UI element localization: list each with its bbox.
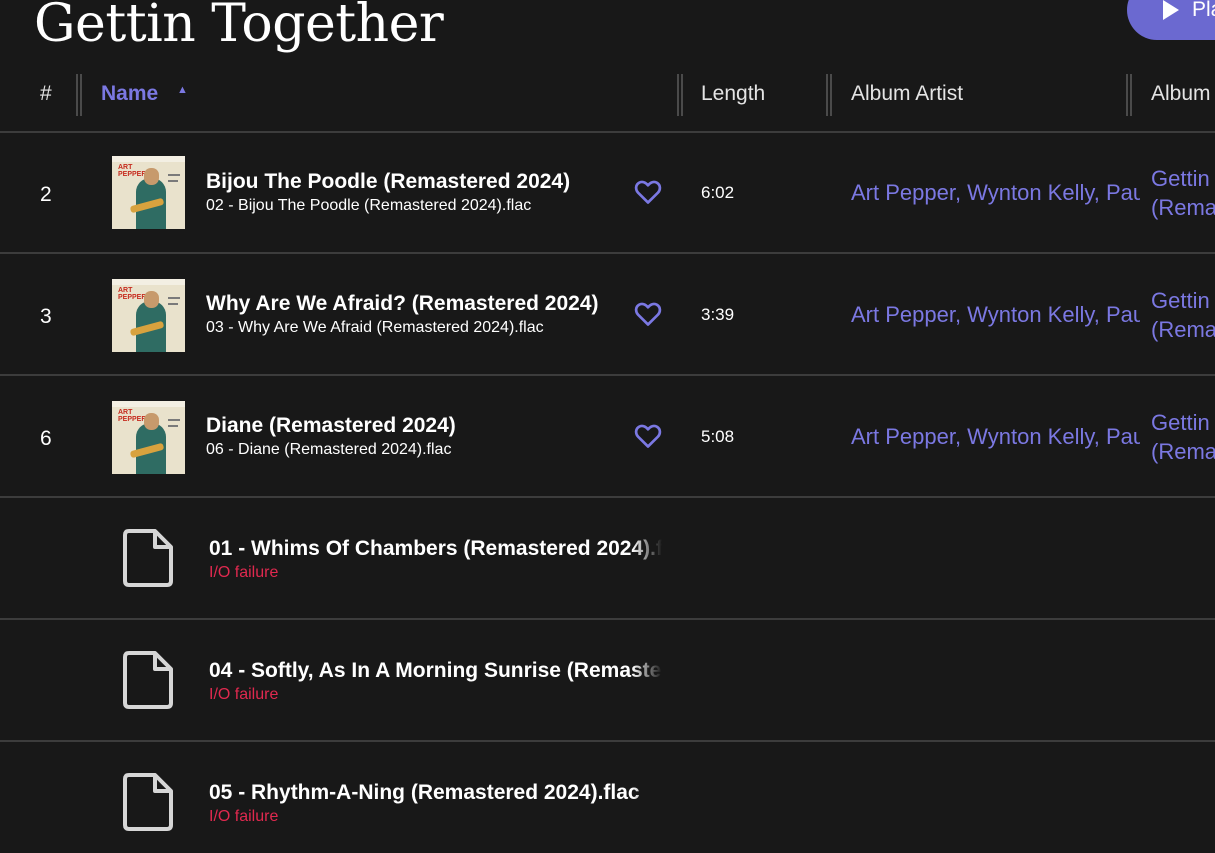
album-artist-link[interactable]: Art Pepper, Wynton Kelly, Paul Chambers,…: [851, 180, 1140, 206]
heart-icon[interactable]: [634, 423, 662, 449]
heart-icon[interactable]: [634, 301, 662, 327]
error-message: I/O failure: [209, 808, 279, 825]
track-number: 6: [40, 427, 52, 450]
file-icon: [123, 773, 173, 831]
track-title: Why Are We Afraid? (Remastered 2024): [206, 292, 599, 315]
column-resize-handle[interactable]: [826, 74, 832, 116]
column-header-name[interactable]: Name: [101, 82, 158, 106]
album-page: Gettin Together Play # Name ▲ Length Alb…: [0, 0, 1215, 853]
column-resize-handle[interactable]: [1126, 74, 1132, 116]
track-number: 2: [40, 183, 52, 206]
error-message: I/O failure: [209, 564, 279, 581]
column-resize-handle[interactable]: [76, 74, 82, 116]
row-divider: [0, 496, 1215, 498]
album-link[interactable]: Gettin Together (Remastered 2024): [1151, 164, 1215, 222]
album-name: Gettin Together: [1151, 166, 1215, 191]
album-name: Gettin Together: [1151, 288, 1215, 313]
album-name: Gettin Together: [1151, 410, 1215, 435]
failed-file-name: 01 - Whims Of Chambers (Remastered 2024)…: [209, 537, 662, 561]
row-divider: [0, 740, 1215, 742]
album-name-suffix: (Remastered 2024): [1151, 439, 1215, 464]
album-artist-link[interactable]: Art Pepper, Wynton Kelly, Paul Chambers,…: [851, 424, 1140, 450]
track-number: 3: [40, 305, 52, 328]
row-divider: [0, 618, 1215, 620]
album-link[interactable]: Gettin Together (Remastered 2024): [1151, 286, 1215, 344]
failed-file-name: 04 - Softly, As In A Morning Sunrise (Re…: [209, 659, 662, 683]
failed-file-row[interactable]: 05 - Rhythm-A-Ning (Remastered 2024).fla…: [0, 743, 1215, 853]
album-link[interactable]: Gettin Together (Remastered 2024): [1151, 408, 1215, 466]
track-row[interactable]: 3 ART PEPPER Why Are We Afraid? (Remaste…: [0, 255, 1215, 376]
column-header-length[interactable]: Length: [701, 82, 765, 106]
column-header-number[interactable]: #: [40, 82, 52, 106]
album-cover: ART PEPPER: [112, 156, 185, 229]
album-cover: ART PEPPER: [112, 279, 185, 352]
play-button[interactable]: Play: [1127, 0, 1215, 40]
play-button-label: Play: [1192, 0, 1215, 21]
play-icon: [1163, 0, 1179, 20]
album-name-suffix: (Remastered 2024): [1151, 195, 1215, 220]
file-icon: [123, 529, 173, 587]
column-header-album[interactable]: Album: [1151, 82, 1211, 106]
track-length: 3:39: [701, 305, 735, 324]
file-icon: [123, 651, 173, 709]
track-filename: 03 - Why Are We Afraid (Remastered 2024)…: [206, 319, 544, 336]
track-filename: 02 - Bijou The Poodle (Remastered 2024).…: [206, 197, 532, 214]
track-row[interactable]: 2 ART PEPPER Bijou The Poodle (Remastere…: [0, 133, 1215, 254]
track-filename: 06 - Diane (Remastered 2024).flac: [206, 441, 452, 458]
track-title: Diane (Remastered 2024): [206, 414, 456, 437]
failed-file-name: 05 - Rhythm-A-Ning (Remastered 2024).fla…: [209, 781, 662, 805]
column-header-album-artist[interactable]: Album Artist: [851, 82, 963, 106]
row-divider: [0, 252, 1215, 254]
track-length: 6:02: [701, 183, 735, 202]
row-divider: [0, 374, 1215, 376]
page-title: Gettin Together: [34, 0, 444, 54]
track-row[interactable]: 6 ART PEPPER Diane (Remastered 2024) 06 …: [0, 377, 1215, 498]
failed-file-row[interactable]: 01 - Whims Of Chambers (Remastered 2024)…: [0, 499, 1215, 620]
album-name-suffix: (Remastered 2024): [1151, 317, 1215, 342]
track-length: 5:08: [701, 427, 735, 446]
error-message: I/O failure: [209, 686, 279, 703]
failed-file-row[interactable]: 04 - Softly, As In A Morning Sunrise (Re…: [0, 621, 1215, 742]
track-title: Bijou The Poodle (Remastered 2024): [206, 170, 571, 193]
album-artist-link[interactable]: Art Pepper, Wynton Kelly, Paul Chambers,…: [851, 302, 1140, 328]
sort-ascending-icon: ▲: [177, 84, 188, 96]
track-table-header: # Name ▲ Length Album Artist Album: [0, 62, 1215, 132]
heart-icon[interactable]: [634, 179, 662, 205]
column-resize-handle[interactable]: [677, 74, 683, 116]
album-cover: ART PEPPER: [112, 401, 185, 474]
